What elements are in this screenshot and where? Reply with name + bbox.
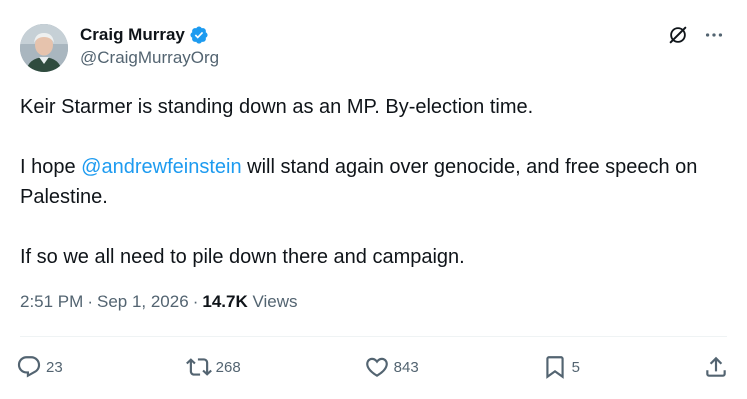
like-count: 843 (393, 358, 419, 376)
retweet-icon (185, 354, 212, 380)
share-icon (703, 354, 729, 380)
tweet-text-segment: I hope (20, 156, 82, 178)
meta-separator: · (192, 292, 199, 311)
tweet-meta: 2:51 PM · Sep 1, 2026 · 14.7K Views (20, 292, 298, 312)
retweet-count: 268 (215, 358, 241, 376)
bookmark-count: 5 (571, 358, 580, 376)
views-count[interactable]: 14.7K (202, 292, 247, 311)
avatar[interactable] (20, 24, 68, 72)
retweet-button[interactable]: 268 (185, 354, 241, 380)
reply-count: 23 (46, 358, 63, 376)
author-handle[interactable]: @CraigMurrayOrg (80, 48, 219, 68)
tweet-top-actions (665, 22, 727, 48)
author-block: Craig Murray @CraigMurrayOrg (80, 24, 219, 68)
tweet-card: Craig Murray @CraigMurrayOrg Keir Starme… (0, 0, 747, 399)
verified-badge-icon (189, 25, 209, 45)
author-display-name[interactable]: Craig Murray (80, 25, 185, 45)
name-row: Craig Murray (80, 24, 219, 46)
meta-separator: · (87, 292, 93, 311)
tweet-paragraph: Keir Starmer is standing down as an MP. … (20, 96, 534, 118)
mention-link[interactable]: @andrewfeinstein (81, 156, 241, 178)
tweet-paragraph: I hope @andrewfeinstein will stand again… (20, 152, 732, 212)
share-button[interactable] (703, 354, 729, 380)
tweet-action-bar: 23 268 843 5 (16, 350, 729, 384)
views-label: Views (252, 292, 298, 311)
bookmark-icon (542, 354, 568, 380)
heart-icon (364, 354, 390, 380)
tweet-date[interactable]: Sep 1, 2026 (97, 292, 189, 311)
reply-button[interactable]: 23 (16, 354, 63, 380)
more-icon[interactable] (701, 22, 727, 48)
divider (20, 336, 727, 337)
like-button[interactable]: 843 (364, 354, 419, 380)
reply-icon (16, 354, 42, 380)
grok-icon[interactable] (665, 22, 691, 48)
tweet-time[interactable]: 2:51 PM (20, 292, 83, 311)
tweet-paragraph: If so we all need to pile down there and… (20, 246, 465, 268)
bookmark-button[interactable]: 5 (542, 354, 580, 380)
tweet-text: Keir Starmer is standing down as an MP. … (20, 92, 732, 272)
